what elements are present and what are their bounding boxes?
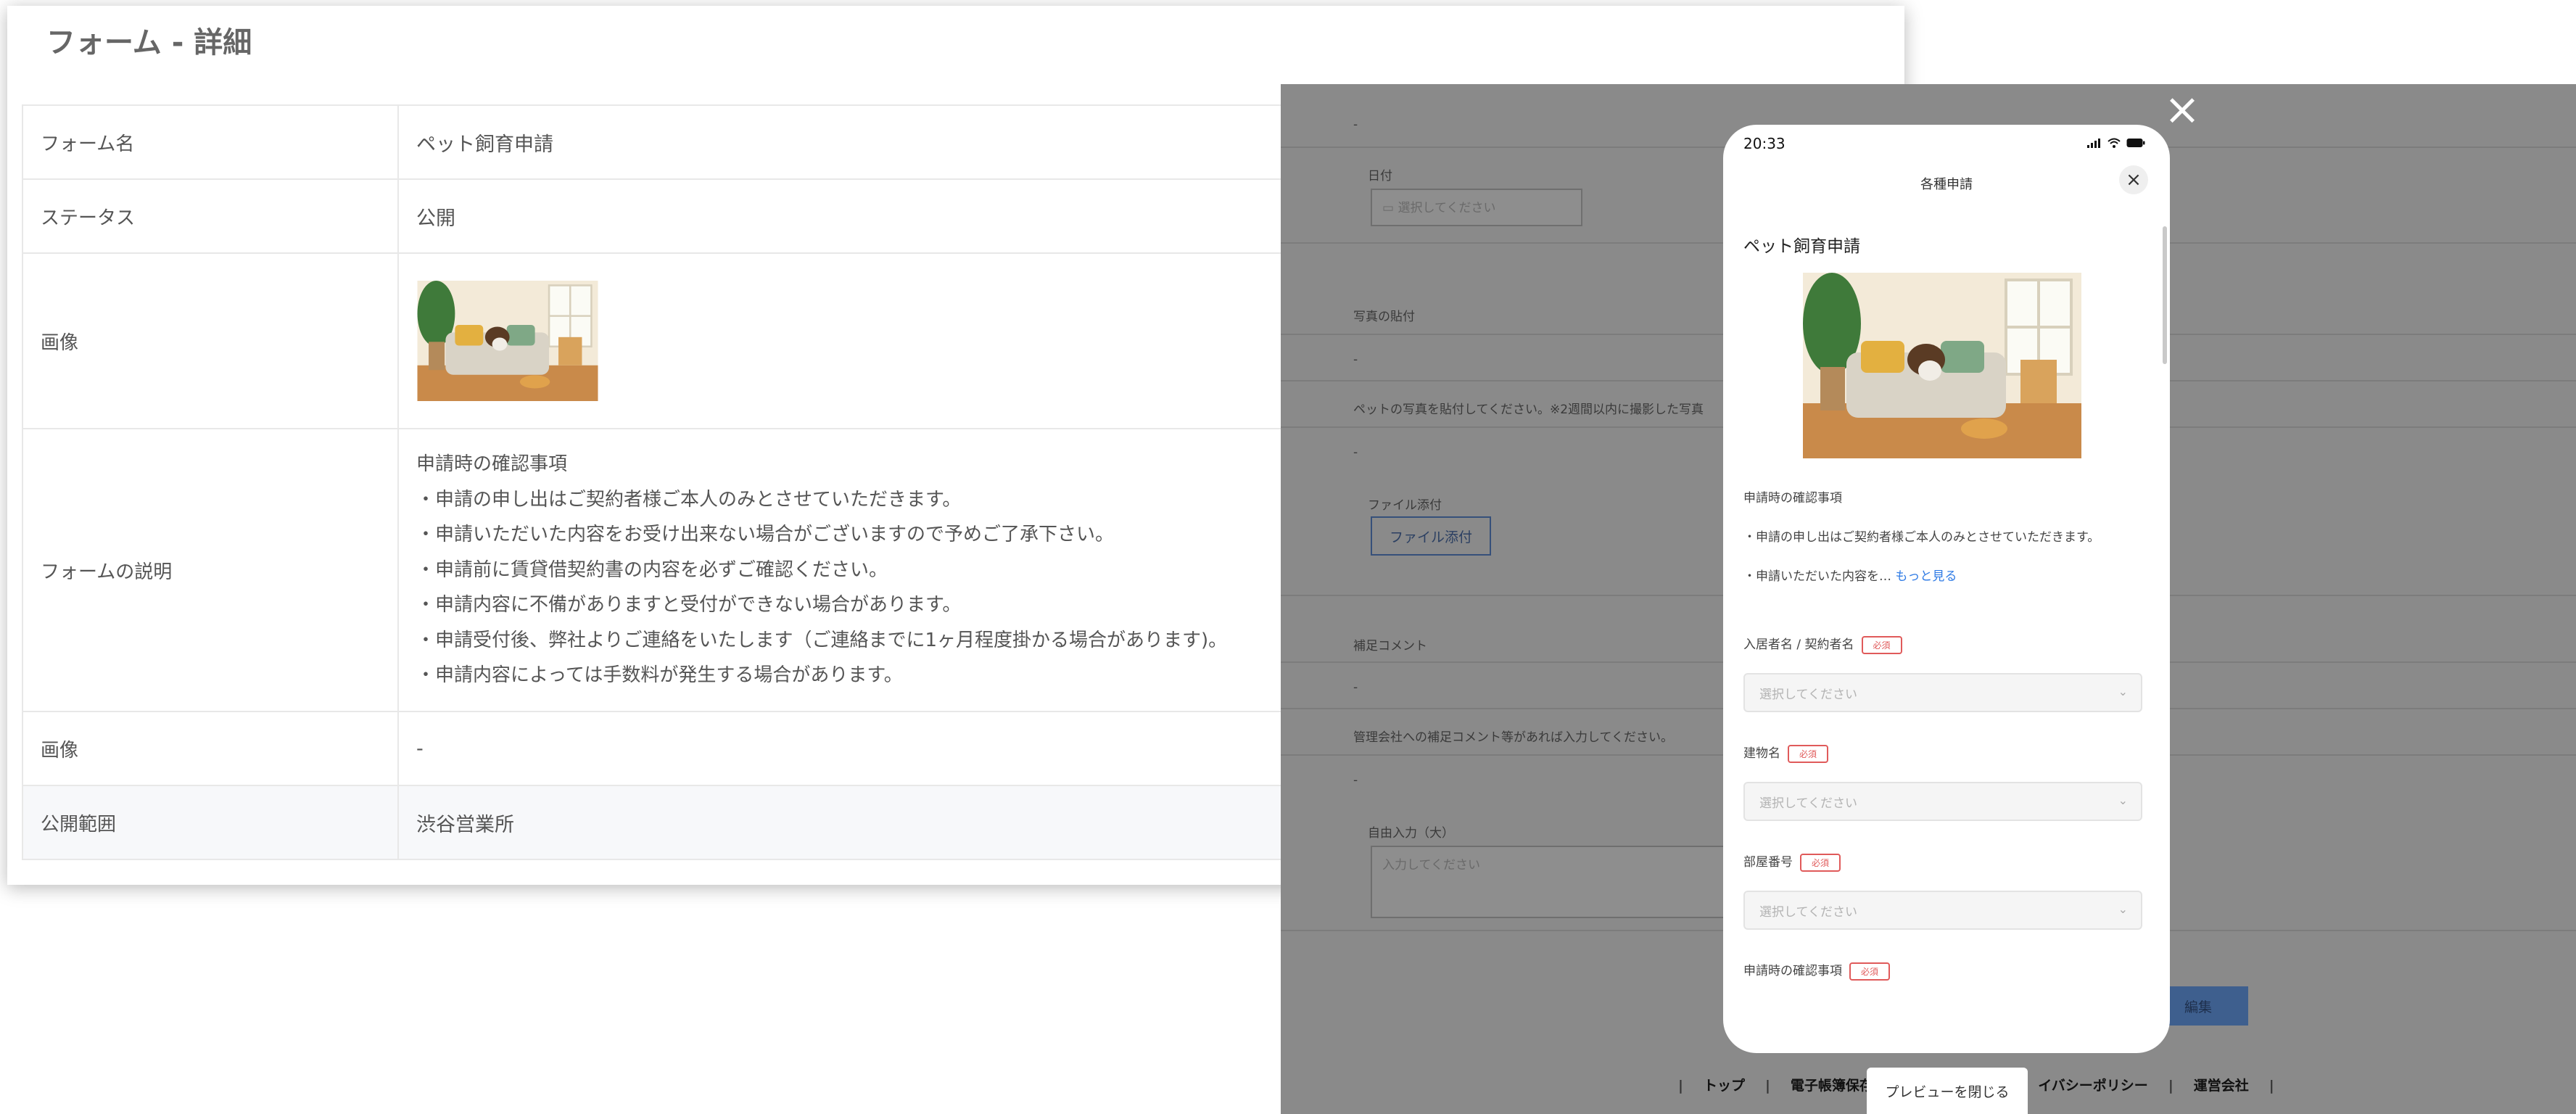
bg-date-input[interactable]: ▭ 選択してください: [1371, 189, 1582, 226]
row-label: フォームの説明: [22, 429, 399, 711]
phone-preview: 20:33 各種申請 × ペット飼育申請 申請時の確認事項 ・申請の申し出はご契…: [1723, 125, 2170, 1053]
pet-room-image: [1803, 273, 2081, 458]
footer-link[interactable]: イバシーポリシー: [2038, 1078, 2148, 1094]
bg-dash: -: [1353, 445, 1358, 460]
form-description: 申請時の確認事項 ・申請の申し出はご契約者様ご本人のみとさせていただきます。 ・…: [416, 447, 1227, 693]
tenant-select[interactable]: 選択してください ⌄: [1743, 673, 2142, 712]
description-line: 申請時の確認事項: [416, 453, 568, 476]
row-label: 画像: [22, 712, 399, 785]
field-label-text: 申請時の確認事項: [1743, 964, 1842, 978]
bg-date-label: 日付: [1368, 169, 1392, 183]
close-icon[interactable]: ×: [2163, 88, 2202, 131]
bg-free-textarea[interactable]: 入力してください: [1371, 846, 1777, 918]
field-label-text: 建物名: [1743, 746, 1780, 761]
field-label-text: 部屋番号: [1743, 855, 1793, 870]
phone-close-button[interactable]: ×: [2119, 165, 2148, 194]
description-line: ・申請前に賃貸借契約書の内容を必ずご確認ください。: [416, 558, 888, 581]
bg-file-label: ファイル添付: [1368, 498, 1442, 513]
description-line: ・申請の申し出はご契約者様ご本人のみとさせていただきます。: [416, 488, 962, 511]
field-label-confirm: 申請時の確認事項 必須: [1743, 960, 1891, 981]
required-badge: 必須: [1788, 744, 1829, 763]
description-line: ・申請受付後、弊社よりご連絡をいたします（ご連絡までに1ヶ月程度掛かる場合があり…: [416, 629, 1228, 651]
calendar-icon: ▭: [1382, 201, 1398, 215]
description-line: ・申請いただいた内容をお受け出来ない場合がございますので予めご了承下さい。: [416, 524, 1115, 546]
close-icon: ×: [2126, 169, 2142, 191]
bg-free-label: 自由入力（大）: [1368, 826, 1454, 841]
bg-dash: -: [1353, 773, 1358, 788]
field-label-text: 入居者名 / 契約者名: [1743, 638, 1854, 652]
select-placeholder: 選択してください: [1759, 796, 1857, 811]
status-time: 20:33: [1743, 135, 1786, 152]
bg-photo-desc: ペットの写真を貼付してください。※2週間以内に撮影した写真: [1353, 403, 1704, 417]
description-line: ・申請内容によっては手数料が発生する場合があります。: [416, 664, 903, 687]
row-label: フォーム名: [22, 106, 399, 178]
bg-dash: -: [1353, 352, 1358, 367]
wifi-icon: [2108, 138, 2121, 148]
chevron-down-icon: ⌄: [2118, 685, 2128, 698]
bg-comment-label: 補足コメント: [1353, 639, 1427, 653]
close-preview-button[interactable]: プレビューを閉じる: [1867, 1068, 2028, 1114]
field-label-building: 建物名 必須: [1743, 743, 1829, 763]
bg-dash: -: [1353, 680, 1358, 695]
required-badge: 必須: [1800, 853, 1841, 872]
footer-link[interactable]: トップ: [1704, 1078, 1745, 1094]
field-label-tenant: 入居者名 / 契約者名 必須: [1743, 634, 1902, 654]
bg-file-attach-button[interactable]: ファイル添付: [1371, 516, 1491, 556]
bg-photo-label: 写真の貼付: [1353, 310, 1415, 324]
battery-icon: [2126, 139, 2145, 147]
required-badge: 必須: [1861, 635, 1902, 654]
select-placeholder: 選択してください: [1759, 687, 1857, 702]
status-icons: [2087, 138, 2145, 148]
phone-header-title: 各種申請: [1920, 177, 1973, 192]
building-select[interactable]: 選択してください ⌄: [1743, 782, 2142, 821]
phone-desc-line: ・申請の申し出はご契約者様ご本人のみとさせていただきます。: [1743, 530, 2100, 545]
bg-date-placeholder: 選択してください: [1398, 201, 1496, 215]
footer-link[interactable]: 運営会社: [2194, 1078, 2249, 1094]
bg-dash: -: [1353, 117, 1358, 132]
row-label: 画像: [22, 254, 399, 428]
phone-form-title: ペット飼育申請: [1743, 237, 1860, 256]
required-badge: 必須: [1849, 962, 1891, 981]
page-title: フォーム - 詳細: [46, 26, 252, 59]
pet-room-thumbnail: [417, 281, 598, 401]
scrollbar[interactable]: [2163, 226, 2167, 364]
bg-comment-desc: 管理会社への補足コメント等があれば入力してください。: [1353, 730, 1673, 745]
row-label: ステータス: [22, 180, 399, 252]
chevron-down-icon: ⌄: [2118, 793, 2128, 807]
phone-desc-heading: 申請時の確認事項: [1743, 491, 1842, 506]
signal-icon: [2087, 139, 2100, 148]
chevron-down-icon: ⌄: [2118, 902, 2128, 916]
description-line: ・申請内容に不備がありますと受付ができない場合があります。: [416, 594, 962, 616]
phone-desc-line: ・申請いただいた内容を… もっと見る: [1743, 566, 1957, 584]
row-label: 公開範囲: [22, 786, 399, 859]
select-placeholder: 選択してください: [1759, 904, 1857, 920]
more-link[interactable]: もっと見る: [1895, 569, 1957, 584]
phone-desc-truncated: ・申請いただいた内容を…: [1743, 569, 1891, 584]
field-label-room: 部屋番号 必須: [1743, 851, 1841, 872]
room-select[interactable]: 選択してください ⌄: [1743, 891, 2142, 930]
